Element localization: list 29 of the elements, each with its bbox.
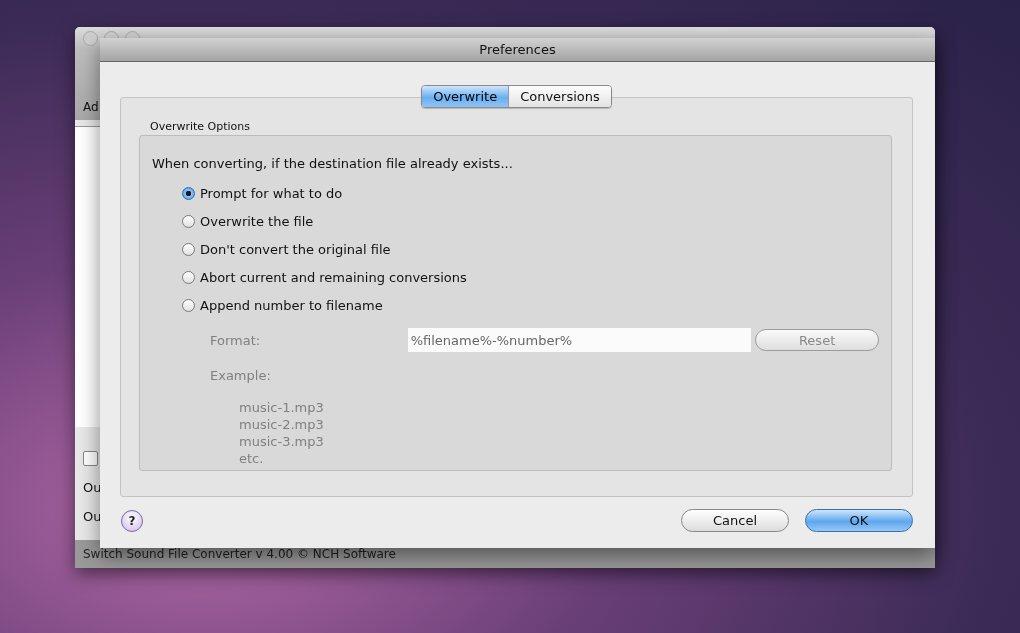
toolbar-label: Ad	[83, 100, 99, 114]
tab[interactable]: Conversions	[508, 86, 611, 107]
radio-option[interactable]: Don't convert the original file	[182, 240, 879, 258]
example-text: etc.	[239, 450, 265, 467]
ok-button[interactable]: OK	[805, 509, 913, 532]
radio-option[interactable]: Prompt for what to do	[182, 184, 879, 202]
checkbox[interactable]	[83, 451, 98, 466]
radio-icon[interactable]	[182, 186, 195, 200]
field-label: Ou	[83, 480, 102, 495]
radio-option[interactable]: Abort current and remaining conversions	[182, 268, 879, 286]
example-label: Example:	[210, 368, 272, 383]
example-text: music-3.mp3	[239, 433, 325, 450]
cancel-button[interactable]: Cancel	[681, 509, 789, 532]
radio-option[interactable]: Overwrite the file	[182, 212, 879, 230]
radio-icon[interactable]	[182, 214, 195, 228]
example-text: music-2.mp3	[239, 416, 325, 433]
field-label: Ou	[83, 509, 102, 524]
radio-option[interactable]: Append number to filename	[182, 296, 879, 314]
dialog-title: Preferences	[479, 42, 556, 57]
status-text: Switch Sound File Converter v 4.00 © NCH Software	[83, 547, 396, 561]
group-title: Overwrite Options	[150, 120, 252, 133]
help-button[interactable]: ?	[121, 509, 143, 532]
radio-icon[interactable]	[182, 270, 195, 284]
example-text: music-1.mp3	[239, 399, 325, 416]
tab[interactable]: Overwrite	[422, 86, 509, 107]
radio-icon[interactable]	[182, 298, 195, 312]
radio-icon[interactable]	[182, 242, 195, 256]
prompt-text: When converting, if the destination file already exists...	[152, 156, 514, 171]
format-label: Format:	[210, 332, 262, 348]
